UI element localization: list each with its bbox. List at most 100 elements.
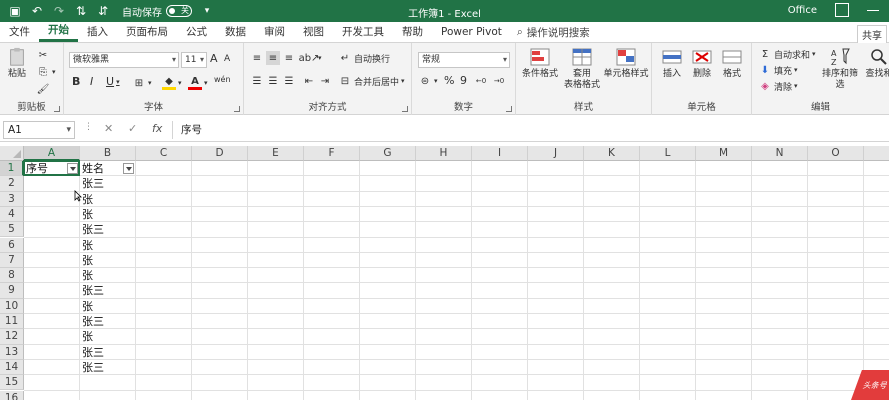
row-header[interactable]: 4 <box>0 206 24 223</box>
customize-qat-icon[interactable]: ▾ <box>200 4 214 18</box>
column-header[interactable]: J <box>528 146 584 161</box>
column-header[interactable]: E <box>248 146 304 161</box>
conditional-format-button[interactable]: 条件格式 <box>520 47 560 80</box>
save-icon[interactable]: ▣ <box>8 4 22 18</box>
copy-button[interactable]: ⎘ ▾ <box>36 65 56 79</box>
column-header[interactable]: M <box>696 146 752 161</box>
insert-cells-button[interactable]: 插入 <box>658 47 686 80</box>
cell-B13[interactable]: 张三 <box>80 345 136 360</box>
tab-insert[interactable]: 插入 <box>78 22 117 42</box>
tab-formulas[interactable]: 公式 <box>177 22 216 42</box>
row-header[interactable]: 8 <box>0 268 24 284</box>
row-header[interactable]: 16 <box>0 390 24 400</box>
column-header[interactable]: H <box>416 146 472 161</box>
filter-dropdown-icon[interactable] <box>123 163 134 174</box>
decrease-indent-button[interactable]: ⇤ <box>302 74 316 88</box>
formula-input[interactable]: 序号 <box>172 121 889 139</box>
number-format-select[interactable]: 常规 <box>418 52 510 68</box>
cell-B4[interactable]: 张 <box>80 207 136 222</box>
row-header[interactable]: 14 <box>0 359 24 376</box>
tab-developer[interactable]: 开发工具 <box>333 22 393 42</box>
italic-button[interactable]: I <box>90 75 93 88</box>
align-right-button[interactable]: ☰ <box>282 74 296 88</box>
autosave-switch[interactable]: 关 <box>166 5 192 17</box>
format-as-table-button[interactable]: 套用 表格格式 <box>562 47 602 91</box>
fill-color-button[interactable]: ◆ ▾ <box>162 76 182 90</box>
row-header[interactable]: 5 <box>0 222 24 238</box>
shrink-font-button[interactable]: A <box>224 54 230 64</box>
cell-B11[interactable]: 张三 <box>80 314 136 329</box>
column-header[interactable]: L <box>640 146 696 161</box>
increase-indent-button[interactable]: ⇥ <box>318 74 332 88</box>
tab-power-pivot[interactable]: Power Pivot <box>432 22 511 42</box>
column-header[interactable]: P <box>864 146 889 161</box>
grow-font-button[interactable]: A <box>210 52 218 65</box>
minimize-icon[interactable] <box>867 10 879 11</box>
wrap-text-button[interactable]: ↵ 自动换行 <box>338 51 390 65</box>
alignment-launcher-icon[interactable] <box>402 106 408 112</box>
align-middle-button[interactable]: ≡ <box>266 51 280 65</box>
find-select-button[interactable]: 查找和 <box>864 47 889 80</box>
row-header[interactable]: 12 <box>0 329 24 345</box>
column-header[interactable]: K <box>584 146 640 161</box>
row-header[interactable]: 13 <box>0 344 24 360</box>
column-header[interactable]: B <box>80 146 136 161</box>
increase-decimal-button[interactable]: ←0 <box>474 74 488 88</box>
more-options-icon[interactable]: ⋮ <box>84 122 93 132</box>
cell-B8[interactable]: 张 <box>80 268 136 283</box>
tab-home[interactable]: 开始 <box>39 22 78 42</box>
align-top-button[interactable]: ≡ <box>250 51 264 65</box>
tab-help[interactable]: 帮助 <box>393 22 432 42</box>
tab-data[interactable]: 数据 <box>216 22 255 42</box>
accounting-button[interactable]: ⊜ ▾ <box>418 74 438 88</box>
cell-B12[interactable]: 张 <box>80 329 136 344</box>
font-launcher-icon[interactable] <box>234 106 240 112</box>
number-launcher-icon[interactable] <box>506 106 512 112</box>
format-cells-button[interactable]: 格式 <box>718 47 746 80</box>
tab-view[interactable]: 视图 <box>294 22 333 42</box>
enter-icon[interactable]: ✓ <box>128 122 137 135</box>
column-header[interactable]: A <box>24 146 80 161</box>
cell-B10[interactable]: 张 <box>80 299 136 314</box>
row-header[interactable]: 6 <box>0 237 24 253</box>
worksheet-grid[interactable]: ABCDEFGHIJKLMNOP1序号姓名2张三3张4张5张三6张7张8张9张三… <box>0 146 889 400</box>
orientation-button[interactable]: ab↗ ▾ <box>299 51 322 65</box>
paste-button[interactable]: 粘贴 <box>6 47 28 80</box>
row-header[interactable]: 1 <box>0 161 24 177</box>
format-painter-button[interactable]: 🖌 <box>36 82 50 96</box>
column-header[interactable]: C <box>136 146 192 161</box>
autosum-button[interactable]: Σ 自动求和 ▾ <box>758 47 816 61</box>
font-color-button[interactable]: A ▾ <box>188 76 208 90</box>
row-header[interactable]: 11 <box>0 314 24 330</box>
insert-function-icon[interactable]: fx <box>152 122 162 135</box>
cell-B7[interactable]: 张 <box>80 253 136 268</box>
tab-page-layout[interactable]: 页面布局 <box>117 22 177 42</box>
delete-cells-button[interactable]: 删除 <box>688 47 716 80</box>
border-button[interactable]: ⊞ ▾ <box>132 76 152 90</box>
cancel-icon[interactable]: ✕ <box>104 122 113 135</box>
name-box[interactable]: A1 <box>3 121 75 139</box>
align-bottom-button[interactable]: ≡ <box>282 51 296 65</box>
cell-B5[interactable]: 张三 <box>80 222 136 237</box>
undo-icon[interactable]: ↶ <box>30 4 44 18</box>
column-header[interactable]: D <box>192 146 248 161</box>
sort-filter-button[interactable]: AZ 排序和筛选 <box>818 47 862 91</box>
cell-B6[interactable]: 张 <box>80 238 136 253</box>
clipboard-launcher-icon[interactable] <box>54 106 60 112</box>
underline-button[interactable]: U ▾ <box>106 75 120 88</box>
row-header[interactable]: 7 <box>0 252 24 269</box>
align-left-button[interactable]: ☰ <box>250 74 264 88</box>
merge-center-button[interactable]: ⊟ 合并后居中 ▾ <box>338 74 405 88</box>
tell-me-search[interactable]: ⌕ 操作说明搜索 <box>517 22 590 42</box>
row-header[interactable]: 15 <box>0 375 24 391</box>
clear-button[interactable]: ◈ 清除 ▾ <box>758 79 797 93</box>
column-header[interactable]: N <box>752 146 808 161</box>
sort-az-icon[interactable]: ⇅ <box>74 4 88 18</box>
account-name[interactable]: Office <box>788 5 817 16</box>
percent-button[interactable]: % <box>444 74 454 87</box>
comma-button[interactable]: 9 <box>460 74 467 87</box>
select-all-button[interactable] <box>0 146 24 161</box>
row-header[interactable]: 2 <box>0 176 24 192</box>
align-center-button[interactable]: ☰ <box>266 74 280 88</box>
share-button[interactable]: 共享 <box>857 25 887 44</box>
